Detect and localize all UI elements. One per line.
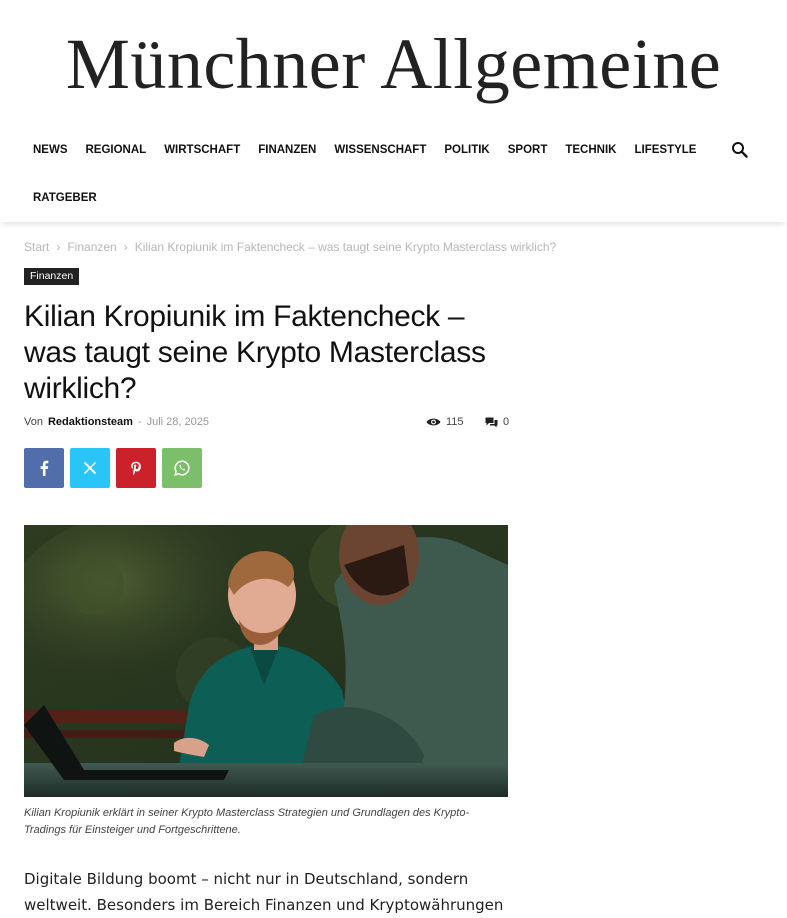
article-photo-illustration bbox=[24, 525, 508, 797]
article-body: Digitale Bildung boomt – nicht nur in De… bbox=[24, 866, 514, 918]
view-count: 115 bbox=[426, 416, 464, 428]
comment-count-value: 0 bbox=[503, 416, 510, 428]
author-link[interactable]: Redaktionsteam bbox=[48, 416, 133, 428]
main-nav-row2: RATGEBER bbox=[24, 186, 106, 210]
article-image bbox=[24, 525, 508, 797]
breadcrumb-home[interactable]: Start bbox=[24, 240, 49, 254]
chevron-right-icon: › bbox=[123, 240, 128, 254]
pinterest-icon bbox=[131, 461, 141, 475]
body-line: Digitale Bildung boomt – nicht nur in De… bbox=[24, 870, 469, 888]
comment-count[interactable]: 0 bbox=[485, 416, 509, 428]
main-nav: NEWS REGIONAL WIRTSCHAFT FINANZEN WISSEN… bbox=[24, 138, 705, 162]
breadcrumb-current: Kilian Kropiunik im Faktencheck – was ta… bbox=[134, 240, 557, 254]
nav-item-regional[interactable]: REGIONAL bbox=[77, 144, 156, 156]
breadcrumb: Start › Finanzen › Kilian Kropiunik im F… bbox=[24, 240, 556, 254]
share-facebook-button[interactable] bbox=[24, 448, 64, 488]
nav-item-lifestyle[interactable]: LIFESTYLE bbox=[625, 144, 705, 156]
share-pinterest-button[interactable] bbox=[116, 448, 156, 488]
comment-icon bbox=[485, 417, 498, 427]
breadcrumb-category[interactable]: Finanzen bbox=[67, 240, 116, 254]
byline-prefix: Von bbox=[24, 416, 43, 428]
article-meta: Von Redaktionsteam - Juli 28, 2025 bbox=[24, 416, 209, 428]
x-icon bbox=[83, 461, 97, 475]
nav-item-finanzen[interactable]: FINANZEN bbox=[249, 144, 325, 156]
nav-item-news[interactable]: NEWS bbox=[24, 144, 77, 156]
site-logo[interactable]: Münchner Allgemeine bbox=[0, 22, 787, 106]
site-header: Münchner Allgemeine NEWS REGIONAL WIRTSC… bbox=[0, 0, 787, 222]
nav-item-politik[interactable]: POLITIK bbox=[435, 144, 498, 156]
image-caption: Kilian Kropiunik erklärt in seiner Krypt… bbox=[24, 807, 470, 836]
publish-date: Juli 28, 2025 bbox=[146, 416, 210, 428]
nav-item-technik[interactable]: TECHNIK bbox=[556, 144, 625, 156]
chevron-right-icon: › bbox=[56, 240, 61, 254]
search-icon[interactable] bbox=[731, 141, 749, 159]
nav-item-wirtschaft[interactable]: WIRTSCHAFT bbox=[155, 144, 249, 156]
facebook-icon bbox=[40, 460, 49, 476]
whatsapp-icon bbox=[174, 460, 190, 476]
article-title: Kilian Kropiunik im Faktencheck – was ta… bbox=[24, 300, 486, 405]
eye-icon bbox=[426, 418, 441, 426]
nav-item-wissenschaft[interactable]: WISSENSCHAFT bbox=[325, 144, 435, 156]
nav-item-sport[interactable]: SPORT bbox=[499, 144, 557, 156]
nav-item-ratgeber[interactable]: RATGEBER bbox=[24, 192, 106, 204]
byline-separator: - bbox=[137, 416, 142, 428]
category-badge[interactable]: Finanzen bbox=[24, 268, 80, 285]
share-x-button[interactable] bbox=[70, 448, 110, 488]
view-count-value: 115 bbox=[446, 416, 464, 428]
body-line: weltweit. Besonders im Bereich Finanzen … bbox=[24, 896, 504, 914]
share-whatsapp-button[interactable] bbox=[162, 448, 202, 488]
